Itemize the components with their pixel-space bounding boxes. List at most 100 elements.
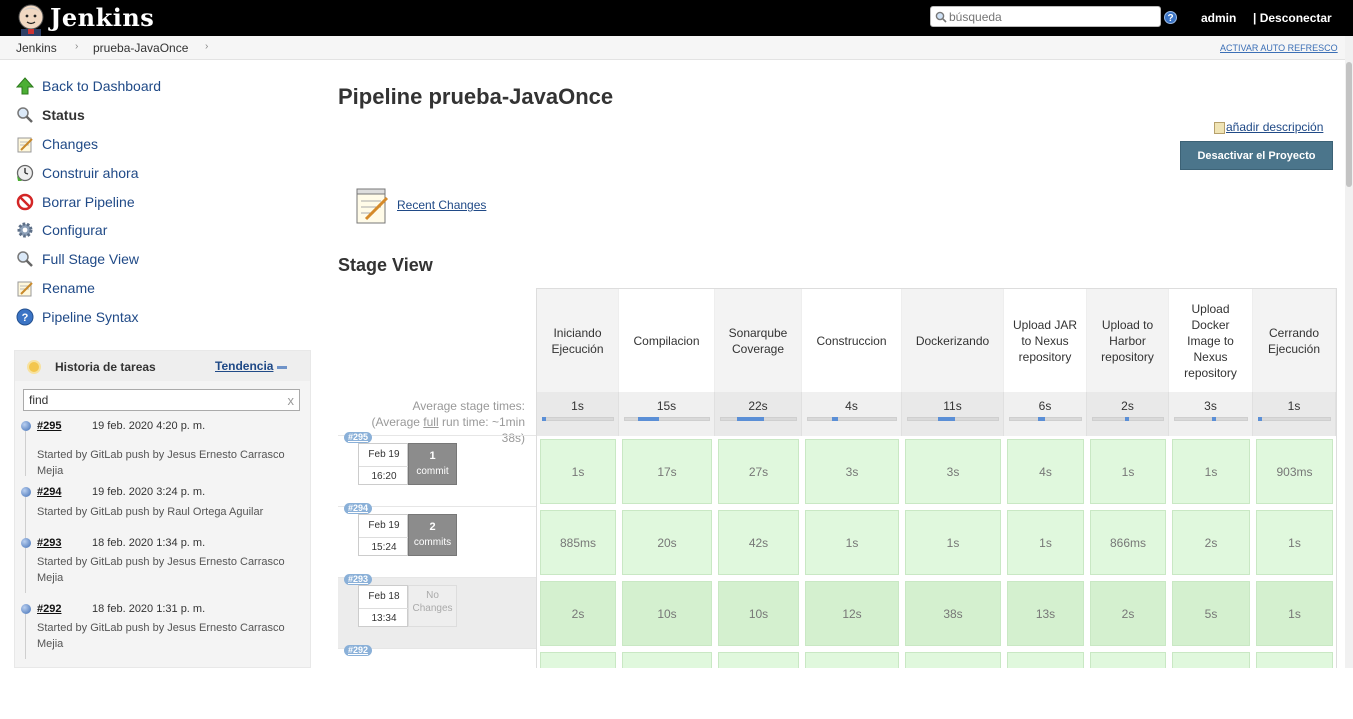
stage-view-build-row[interactable]: #295 Feb 19 16:20 1 commit: [338, 432, 536, 506]
stage-cell[interactable]: 17s: [622, 439, 712, 504]
search-box[interactable]: [930, 6, 1161, 27]
add-description-link[interactable]: añadir descripción: [1214, 120, 1323, 134]
stage-average-bar: [807, 417, 897, 421]
stage-cell[interactable]: 20s: [622, 510, 712, 575]
changes-word: commits: [413, 537, 452, 548]
breadcrumb-jenkins[interactable]: Jenkins: [16, 41, 57, 55]
page-scrollbar-thumb[interactable]: [1346, 62, 1352, 187]
stage-view-build-row[interactable]: #292: [338, 645, 536, 719]
help-icon: ?: [14, 306, 36, 328]
sidebar-item-back-to-dashboard[interactable]: Back to Dashboard: [14, 72, 314, 101]
timeline-line: [25, 614, 26, 659]
full-run-time-link[interactable]: full: [423, 415, 438, 429]
stage-cell[interactable]: 4s: [1007, 439, 1084, 504]
stage-cell[interactable]: 42s: [718, 510, 799, 575]
stage-cell[interactable]: [1007, 652, 1084, 668]
help-icon[interactable]: ?: [1164, 11, 1177, 24]
stage-cell[interactable]: 1s: [1256, 581, 1333, 646]
logout-link[interactable]: | Desconectar: [1253, 11, 1332, 25]
changes-box[interactable]: 2 commits: [408, 514, 457, 556]
build-filter-input[interactable]: [24, 390, 274, 410]
stage-view-grid: Iniciando Ejecución 1s 1s 885ms 2s Compilacio…: [536, 288, 1337, 668]
build-number-link[interactable]: #295: [37, 420, 61, 432]
stage-cell[interactable]: 10s: [622, 581, 712, 646]
trend-collapse-icon[interactable]: [277, 366, 287, 369]
stage-cell[interactable]: 27s: [718, 439, 799, 504]
changes-box[interactable]: No Changes: [408, 585, 457, 627]
changes-count: 1: [429, 450, 436, 462]
stage-cell[interactable]: 1s: [805, 510, 899, 575]
sidebar-item-changes[interactable]: Changes: [14, 130, 314, 159]
magnifier-icon: [14, 104, 36, 126]
stage-cell[interactable]: 3s: [805, 439, 899, 504]
stage-cell[interactable]: 13s: [1007, 581, 1084, 646]
stage-average-time: 4s: [802, 392, 902, 436]
sidebar-item-rename[interactable]: Rename: [14, 274, 314, 303]
build-history-row[interactable]: #293 18 feb. 2020 1:34 p. m. Started by …: [15, 534, 312, 600]
build-number-badge[interactable]: #292: [344, 645, 373, 656]
stage-cell[interactable]: [1090, 652, 1166, 668]
jenkins-logo-icon[interactable]: [14, 2, 48, 36]
sidebar-item-full-stage-view[interactable]: Full Stage View: [14, 245, 314, 274]
stage-header: Construccion: [802, 289, 902, 392]
stage-cell[interactable]: 3s: [905, 439, 1001, 504]
build-history-row[interactable]: #292 18 feb. 2020 1:31 p. m. Started by …: [15, 600, 312, 666]
stage-cell[interactable]: 2s: [1090, 581, 1166, 646]
stage-cell[interactable]: [905, 652, 1001, 668]
build-number-link[interactable]: #293: [37, 537, 61, 549]
stage-cell[interactable]: 1s: [1090, 439, 1166, 504]
recent-changes-link[interactable]: Recent Changes: [397, 198, 486, 212]
build-filter[interactable]: x: [23, 389, 300, 411]
sidebar-item-construir-ahora[interactable]: Construir ahora: [14, 158, 314, 187]
stage-view-build-row[interactable]: #294 Feb 19 15:24 2 commits: [338, 503, 536, 577]
build-number-link[interactable]: #294: [37, 486, 61, 498]
stage-cell[interactable]: 5s: [1172, 581, 1250, 646]
build-history-row[interactable]: #294 19 feb. 2020 3:24 p. m. Started by …: [15, 483, 312, 542]
stage-cell[interactable]: 866ms: [1090, 510, 1166, 575]
stage-cell[interactable]: [718, 652, 799, 668]
stage-cell[interactable]: 38s: [905, 581, 1001, 646]
stage-average-bar-fill: [938, 417, 955, 421]
stage-cell[interactable]: 12s: [805, 581, 899, 646]
clear-filter-icon[interactable]: x: [288, 393, 295, 408]
stage-cell[interactable]: 1s: [1256, 510, 1333, 575]
stage-cell[interactable]: [540, 652, 616, 668]
stage-cell[interactable]: 1s: [540, 439, 616, 504]
build-history-row[interactable]: #295 19 feb. 2020 4:20 p. m. Started by …: [15, 417, 312, 483]
breadcrumb-job[interactable]: prueba-JavaOnce: [93, 41, 188, 55]
user-link[interactable]: admin: [1201, 11, 1236, 25]
stage-cell[interactable]: 2s: [1172, 510, 1250, 575]
stage-cell[interactable]: 2s: [540, 581, 616, 646]
sidebar-item-configurar[interactable]: Configurar: [14, 216, 314, 245]
changes-count: No: [426, 590, 439, 601]
build-number-badge[interactable]: #293: [344, 574, 373, 585]
stage-cell[interactable]: [805, 652, 899, 668]
stage-cell[interactable]: 1s: [1172, 439, 1250, 504]
trend-link[interactable]: Tendencia: [215, 359, 273, 373]
notepad-icon[interactable]: [354, 187, 390, 225]
build-number-link[interactable]: #292: [37, 603, 61, 615]
sidebar-item-status[interactable]: Status: [14, 101, 314, 130]
disable-project-button[interactable]: Desactivar el Proyecto: [1180, 141, 1333, 170]
stage-average-bar-fill: [1125, 417, 1130, 421]
brand-title[interactable]: Jenkins: [50, 3, 154, 32]
breadcrumb-arrow-icon[interactable]: ›: [205, 41, 208, 52]
sidebar-item-pipeline-syntax[interactable]: ? Pipeline Syntax: [14, 302, 314, 331]
stage-cell[interactable]: [622, 652, 712, 668]
sidebar-item-borrar-pipeline[interactable]: Borrar Pipeline: [14, 187, 314, 216]
stage-view-build-row[interactable]: #293 Feb 18 13:34 No Changes: [338, 574, 536, 648]
stage-cell[interactable]: 10s: [718, 581, 799, 646]
stage-cell[interactable]: 1s: [1007, 510, 1084, 575]
build-number-badge[interactable]: #295: [344, 432, 373, 443]
auto-refresh-link[interactable]: ACTIVAR AUTO REFRESCO: [1220, 43, 1338, 53]
stage-cell[interactable]: [1256, 652, 1333, 668]
stage-cell[interactable]: 1s: [905, 510, 1001, 575]
stage-average-time: 1s: [537, 392, 619, 436]
stage-cell[interactable]: 903ms: [1256, 439, 1333, 504]
stage-cell[interactable]: [1172, 652, 1250, 668]
search-input[interactable]: [949, 8, 1157, 25]
changes-box[interactable]: 1 commit: [408, 443, 457, 485]
build-number-badge[interactable]: #294: [344, 503, 373, 514]
stage-cell[interactable]: 885ms: [540, 510, 616, 575]
breadcrumb-arrow-icon[interactable]: ›: [75, 41, 78, 52]
